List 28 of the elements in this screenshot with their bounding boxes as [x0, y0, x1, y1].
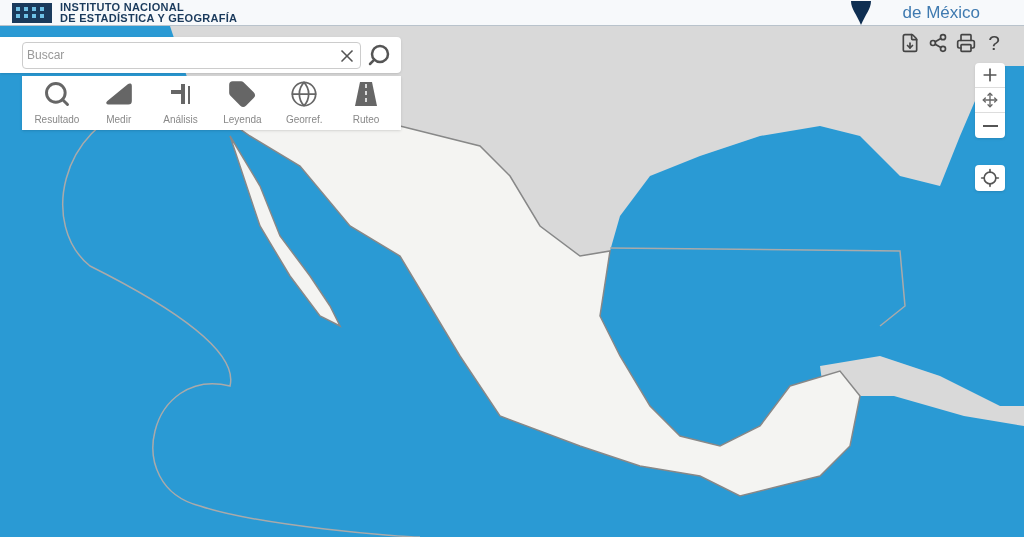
tool-button[interactable]: Georref.: [275, 79, 334, 127]
minus-icon: [982, 124, 998, 127]
org-name-line: DE ESTADÍSTICA Y GEOGRAFÍA: [60, 12, 238, 24]
tool-button[interactable]: Leyenda: [213, 79, 272, 127]
magnifier-icon: [42, 79, 71, 108]
share-icon: [928, 32, 948, 53]
tag-icon: [228, 79, 257, 108]
tool-button[interactable]: Ruteo: [337, 79, 396, 127]
download-button[interactable]: [900, 32, 920, 53]
tool-button[interactable]: Análisis: [151, 79, 210, 127]
download-icon: [900, 32, 920, 53]
locate-button[interactable]: [975, 165, 1005, 191]
search-field[interactable]: Buscar: [22, 41, 361, 69]
building-logo-icon: [12, 2, 52, 23]
globe-icon: [290, 79, 319, 108]
help-button[interactable]: ?: [984, 32, 1004, 53]
product-title: de México: [902, 4, 980, 21]
tool-button[interactable]: Resultado: [27, 79, 86, 127]
printer-icon: [956, 32, 976, 53]
map-view[interactable]: Buscar Resultado Medir Análisis Leyenda Georref. Ruteo ?: [0, 26, 1024, 537]
org-name-line: INSTITUTO NACIONAL: [60, 1, 184, 13]
move-arrows-icon: [982, 92, 998, 108]
tool-button[interactable]: Medir: [89, 79, 148, 127]
print-button[interactable]: [956, 32, 976, 53]
map-pin-icon: [850, 0, 871, 25]
locate-icon: [980, 168, 1000, 188]
share-button[interactable]: [928, 32, 948, 53]
search-icon: [367, 43, 391, 67]
